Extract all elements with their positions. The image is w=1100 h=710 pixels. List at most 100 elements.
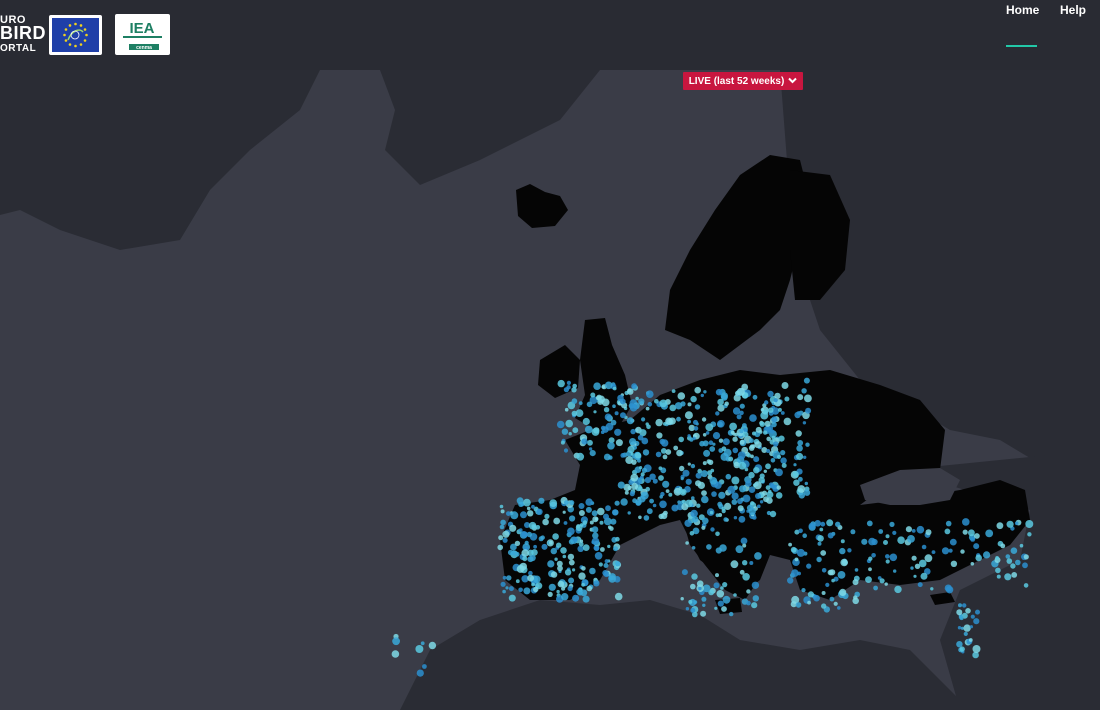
observation-point bbox=[560, 547, 567, 554]
observation-point bbox=[561, 428, 569, 435]
observation-point bbox=[776, 454, 782, 459]
observation-point bbox=[949, 538, 957, 546]
observation-point bbox=[533, 586, 539, 593]
observation-point bbox=[658, 513, 664, 520]
observation-point bbox=[598, 562, 603, 567]
observation-point bbox=[596, 394, 602, 400]
observation-point bbox=[714, 606, 718, 610]
observation-point bbox=[770, 458, 776, 463]
observation-point bbox=[1010, 563, 1016, 569]
observation-point bbox=[594, 552, 603, 560]
observation-point bbox=[578, 401, 583, 405]
observation-point bbox=[996, 574, 1001, 579]
observation-point bbox=[763, 409, 769, 415]
observation-point bbox=[542, 518, 549, 526]
observation-point bbox=[544, 513, 550, 520]
observation-point bbox=[392, 637, 400, 646]
observation-point bbox=[780, 450, 786, 456]
observation-point bbox=[721, 606, 727, 612]
observation-point bbox=[820, 550, 827, 556]
observation-point bbox=[921, 544, 927, 550]
nav-help-link[interactable]: Help bbox=[1060, 3, 1086, 17]
observation-point bbox=[557, 565, 563, 572]
observation-point bbox=[612, 404, 616, 409]
observation-point bbox=[797, 440, 804, 446]
observation-point bbox=[565, 419, 573, 428]
observation-point bbox=[911, 529, 916, 533]
observation-point bbox=[420, 641, 425, 646]
observation-point bbox=[878, 529, 884, 534]
observation-point bbox=[781, 382, 789, 389]
observation-point bbox=[514, 540, 521, 547]
observation-point bbox=[1005, 554, 1011, 559]
observation-point bbox=[701, 596, 707, 602]
observation-point bbox=[613, 546, 618, 552]
observation-point bbox=[689, 437, 694, 442]
observation-point bbox=[737, 505, 744, 512]
observation-point bbox=[531, 582, 535, 587]
observation-point bbox=[561, 593, 569, 601]
observation-point bbox=[701, 525, 706, 530]
observation-point bbox=[1010, 547, 1018, 554]
observation-point bbox=[590, 392, 596, 398]
observation-point bbox=[610, 419, 617, 426]
observation-point bbox=[774, 392, 781, 400]
observation-point bbox=[647, 402, 653, 407]
observation-point bbox=[673, 445, 679, 451]
observation-point bbox=[798, 528, 803, 534]
observation-point bbox=[600, 430, 605, 435]
observation-point bbox=[610, 518, 617, 525]
observation-point bbox=[709, 510, 714, 515]
observation-point bbox=[821, 591, 826, 595]
observation-point bbox=[536, 508, 543, 515]
observation-point bbox=[641, 417, 646, 422]
observation-point bbox=[509, 524, 517, 532]
observation-point bbox=[615, 439, 623, 447]
observation-point bbox=[802, 533, 807, 538]
observation-point bbox=[603, 407, 610, 413]
observation-point bbox=[753, 456, 760, 463]
observation-point bbox=[913, 574, 917, 578]
observation-point bbox=[498, 535, 504, 541]
observation-point bbox=[702, 517, 709, 525]
observation-point bbox=[685, 478, 692, 485]
observation-point bbox=[924, 554, 933, 563]
observation-point bbox=[780, 411, 785, 415]
observation-point bbox=[630, 473, 639, 482]
observation-point bbox=[681, 569, 688, 576]
observation-point bbox=[739, 439, 745, 445]
observation-point bbox=[701, 495, 709, 504]
eu-life-logo[interactable] bbox=[49, 15, 102, 55]
observation-point bbox=[499, 504, 504, 509]
observation-point bbox=[659, 500, 667, 509]
observation-point bbox=[604, 559, 609, 564]
iea-logo[interactable]: IEA cenma bbox=[115, 14, 170, 55]
observation-point bbox=[549, 540, 553, 545]
observation-point bbox=[629, 438, 637, 446]
live-period-label: LIVE (last 52 weeks) bbox=[688, 75, 785, 87]
observation-point bbox=[763, 469, 767, 473]
observation-point bbox=[748, 507, 756, 516]
eurobird-portal-logo[interactable]: URO BIRD ORTAL bbox=[0, 14, 46, 58]
observation-point bbox=[533, 544, 537, 549]
observation-point bbox=[571, 410, 578, 417]
observation-point bbox=[535, 525, 541, 530]
live-period-dropdown[interactable]: LIVE (last 52 weeks) bbox=[683, 72, 803, 90]
observation-point bbox=[523, 498, 531, 507]
observation-point bbox=[624, 490, 629, 495]
observation-point bbox=[889, 553, 898, 562]
observation-point bbox=[771, 421, 777, 428]
observation-point bbox=[634, 452, 642, 459]
nav-home-link[interactable]: Home bbox=[1006, 3, 1039, 17]
observation-point bbox=[552, 533, 559, 540]
observation-point bbox=[567, 553, 575, 561]
observation-point bbox=[722, 582, 728, 588]
europe-map[interactable] bbox=[0, 0, 1100, 710]
observation-point bbox=[676, 416, 681, 422]
observation-point bbox=[757, 504, 761, 509]
observation-point bbox=[594, 517, 599, 521]
observation-point bbox=[907, 535, 915, 543]
observation-point bbox=[627, 445, 635, 454]
observation-point bbox=[572, 594, 580, 602]
observation-point bbox=[854, 568, 859, 572]
